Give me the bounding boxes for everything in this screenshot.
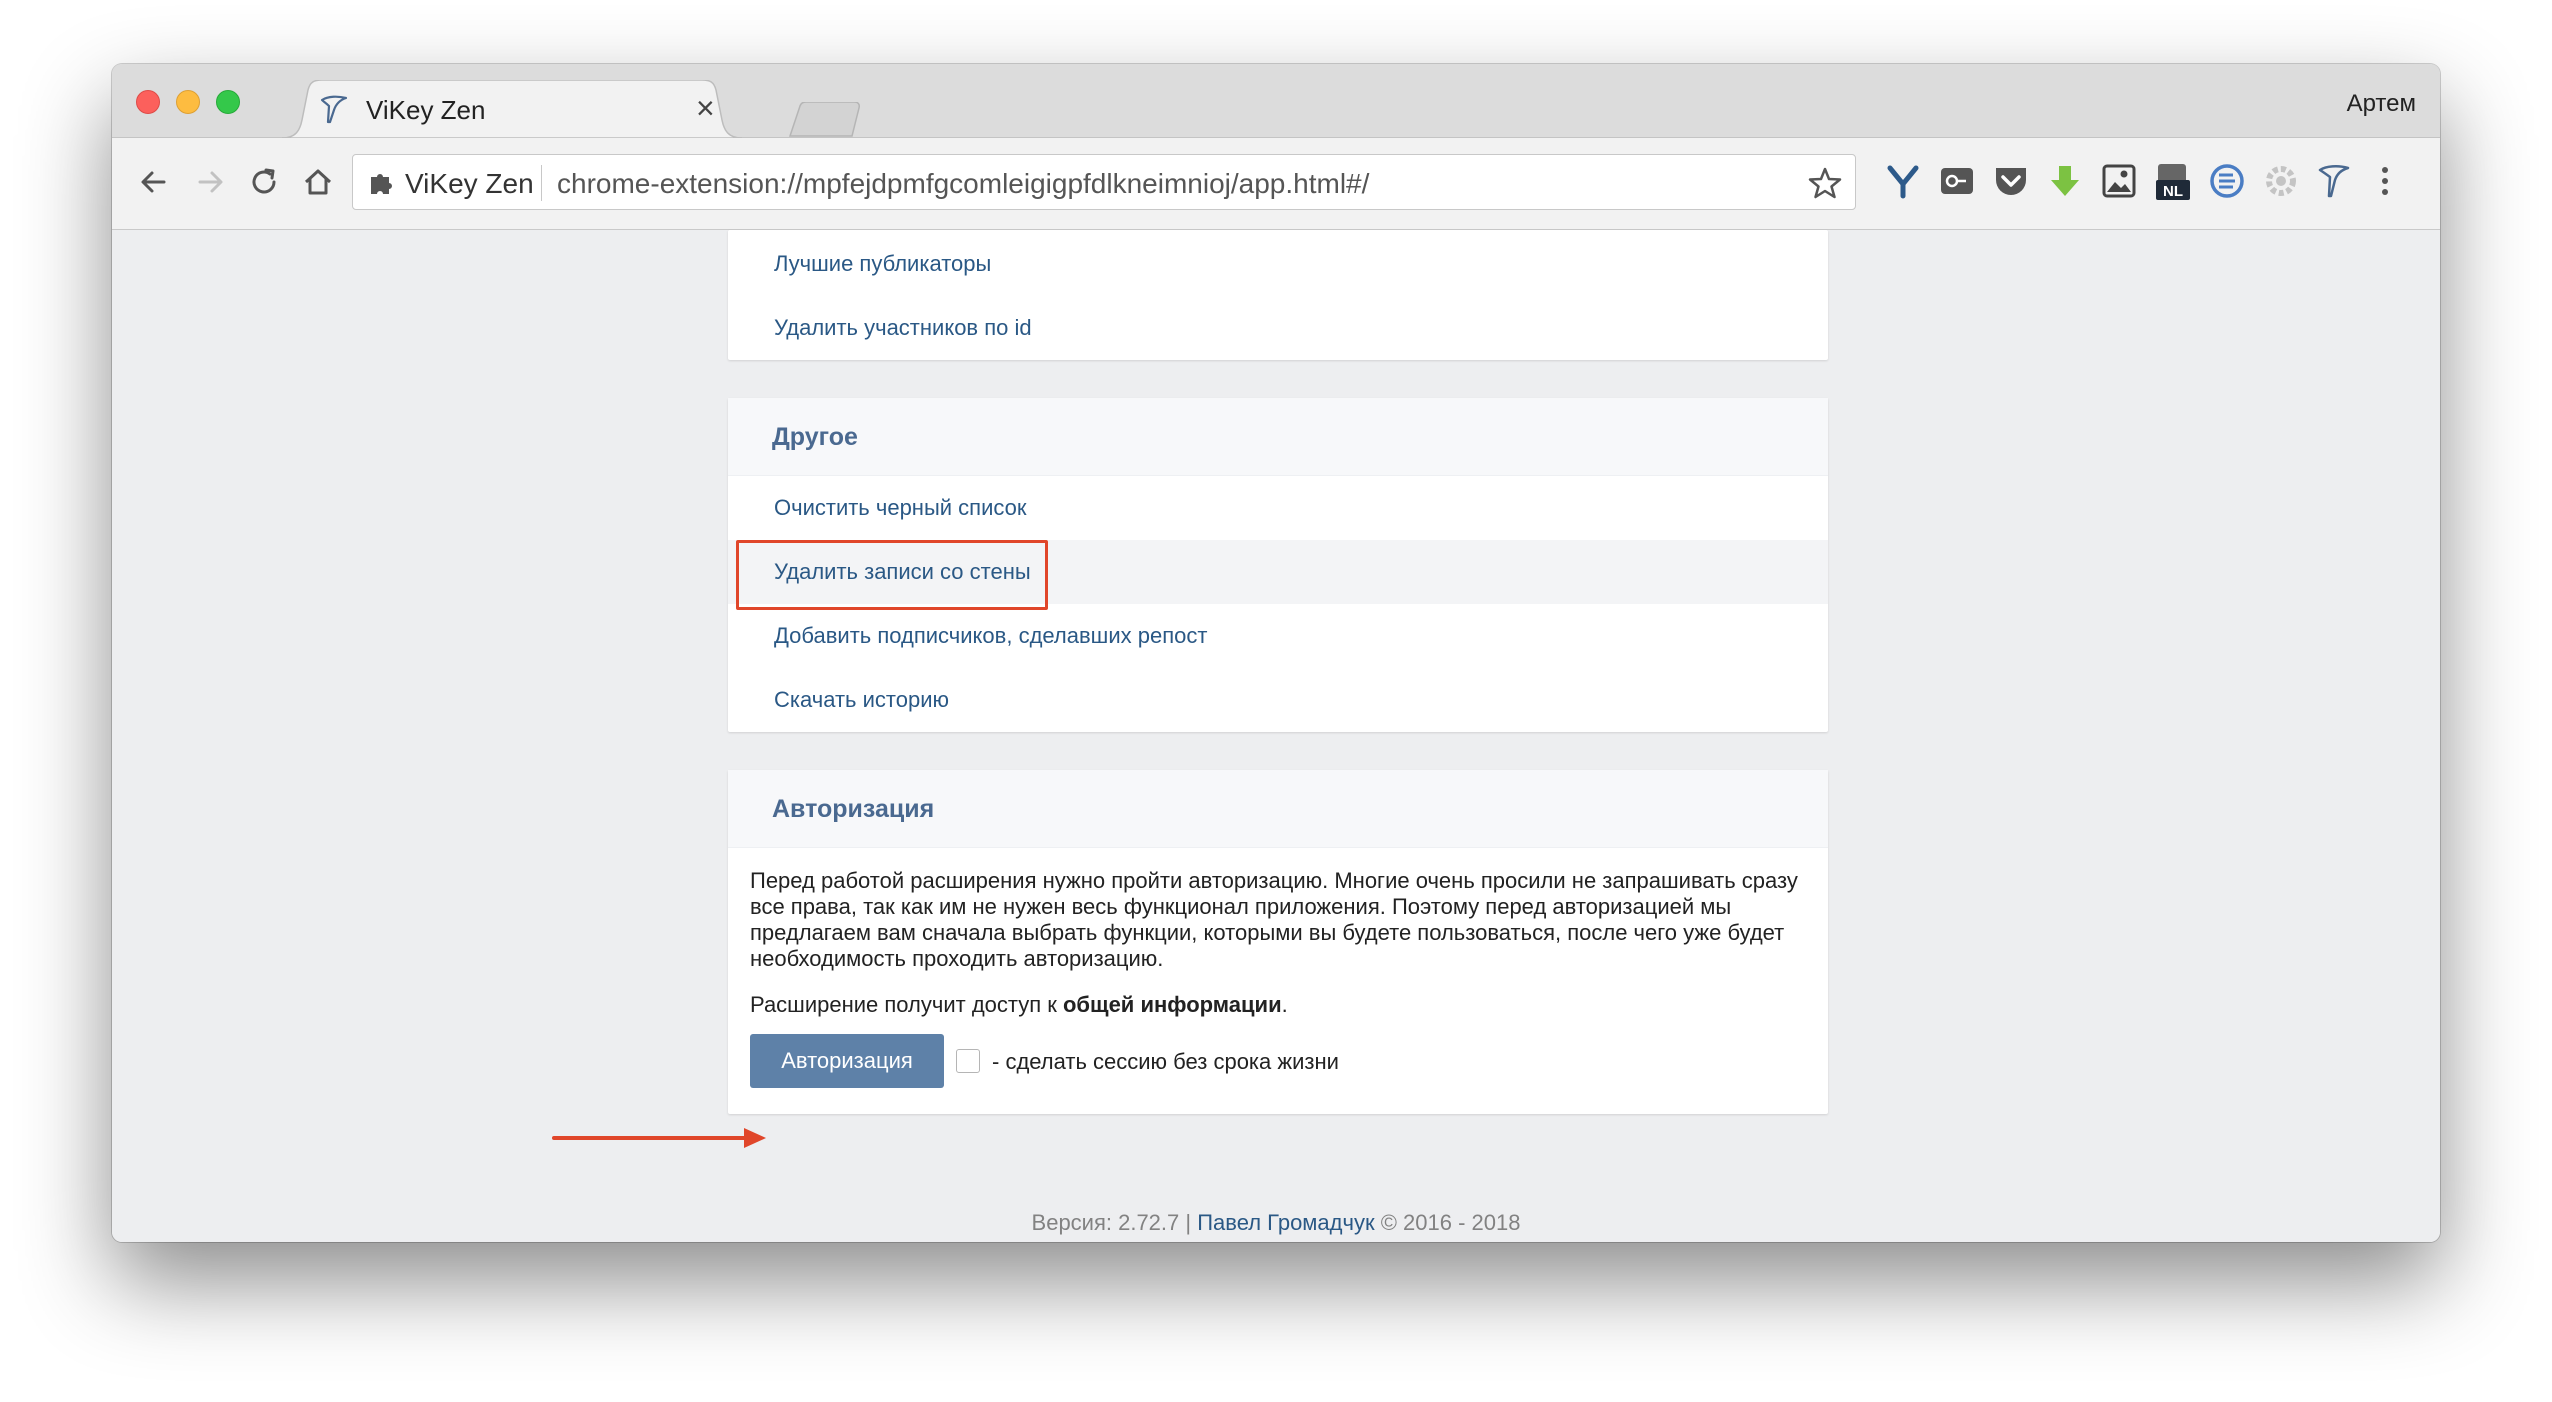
section-title-auth: Авторизация — [728, 770, 1828, 848]
tab-close-icon[interactable]: × — [696, 90, 715, 127]
auth-access-suffix: . — [1281, 992, 1288, 1017]
menu-item-clear-blacklist[interactable]: Очистить черный список — [728, 476, 1828, 540]
footer-copyright: © 2016 - 2018 — [1374, 1210, 1521, 1235]
highlighted-row: Удалить записи со стены — [728, 540, 1828, 610]
menu-item-top-publishers[interactable]: Лучшие публикаторы — [728, 232, 1828, 296]
page-footer: Версия: 2.72.7 | Павел Громадчук © 2016 … — [112, 1210, 2440, 1236]
puzzle-piece-icon — [371, 174, 392, 194]
settings-gear-icon[interactable] — [2260, 160, 2302, 202]
download-arrow-icon[interactable] — [2044, 160, 2086, 202]
auth-access-note: Расширение получит доступ к общей информ… — [750, 992, 1802, 1018]
address-site-name: ViKey Zen — [405, 168, 534, 199]
auth-access-prefix: Расширение получит доступ к — [750, 992, 1063, 1017]
tab-title: ViKey Zen — [366, 95, 486, 125]
vikey-logo-icon — [320, 95, 348, 124]
session-checkbox[interactable] — [956, 1049, 980, 1073]
footer-author-link[interactable]: Павел Громадчук — [1197, 1210, 1374, 1235]
menu-item-download-history[interactable]: Скачать историю — [728, 668, 1828, 732]
profile-name[interactable]: Артем — [2347, 90, 2416, 118]
svg-text:NL: NL — [2163, 183, 2183, 200]
newsletter-nl-icon[interactable]: NL — [2152, 160, 2194, 202]
bookmark-star-icon[interactable] — [1805, 163, 1845, 203]
page-content: Лучшие публикаторы Удалить участников по… — [112, 230, 2440, 1242]
tab-bar: ViKey Zen × Артем — [112, 64, 2440, 138]
auth-body: Перед работой расширения нужно пройти ав… — [728, 848, 1828, 1110]
reload-icon[interactable] — [242, 160, 286, 204]
image-capture-icon[interactable] — [2098, 160, 2140, 202]
tab-shape — [282, 80, 742, 138]
minimize-window-button[interactable] — [176, 90, 200, 114]
extension-reader-icon[interactable] — [1936, 160, 1978, 202]
annotation-highlight-box — [736, 540, 1048, 610]
forward-arrow-icon[interactable] — [188, 160, 232, 204]
new-tab-button[interactable] — [788, 102, 868, 138]
more-menu-icon[interactable] — [2364, 160, 2406, 202]
browser-window: ViKey Zen × Артем ViKey Zen chrome-exten… — [112, 64, 2440, 1242]
auth-controls: Авторизация - сделать сессию без срока ж… — [750, 1034, 1802, 1090]
auth-access-bold: общей информации — [1062, 992, 1282, 1017]
menu-item-add-reposters[interactable]: Добавить подписчиков, сделавших репост — [728, 604, 1828, 668]
vikey-extension-icon[interactable] — [2314, 160, 2356, 202]
section-title-other: Другое — [728, 398, 1828, 476]
card-top: Лучшие публикаторы Удалить участников по… — [728, 230, 1828, 360]
address-bar[interactable]: ViKey Zen chrome-extension://mpfejdpmfgc… — [352, 154, 1856, 210]
browser-toolbar: ViKey Zen chrome-extension://mpfejdpmfgc… — [112, 138, 2440, 230]
footer-version: Версия: 2.72.7 | — [1031, 1210, 1198, 1235]
annotation-arrow-icon — [552, 1128, 766, 1148]
home-icon[interactable] — [296, 160, 340, 204]
card-auth: Авторизация Перед работой расширения нуж… — [728, 770, 1828, 1114]
card-other: Другое Очистить черный список Удалить за… — [728, 398, 1828, 732]
address-url[interactable]: chrome-extension://mpfejdpmfgcomleigigpf… — [557, 168, 1369, 200]
auth-description: Перед работой расширения нужно пройти ав… — [750, 868, 1798, 971]
pocket-icon[interactable] — [1990, 160, 2032, 202]
authorize-button[interactable]: Авторизация — [750, 1034, 944, 1088]
extension-y-icon[interactable] — [1882, 160, 1924, 202]
back-arrow-icon[interactable] — [132, 160, 176, 204]
session-checkbox-label: - сделать сессию без срока жизни — [992, 1049, 1339, 1074]
browser-tab[interactable]: ViKey Zen × — [282, 80, 742, 138]
maximize-window-button[interactable] — [216, 90, 240, 114]
menu-item-remove-members-by-id[interactable]: Удалить участников по id — [728, 296, 1828, 360]
e-extension-icon[interactable] — [2206, 160, 2248, 202]
close-window-button[interactable] — [136, 90, 160, 114]
address-separator — [541, 165, 542, 201]
